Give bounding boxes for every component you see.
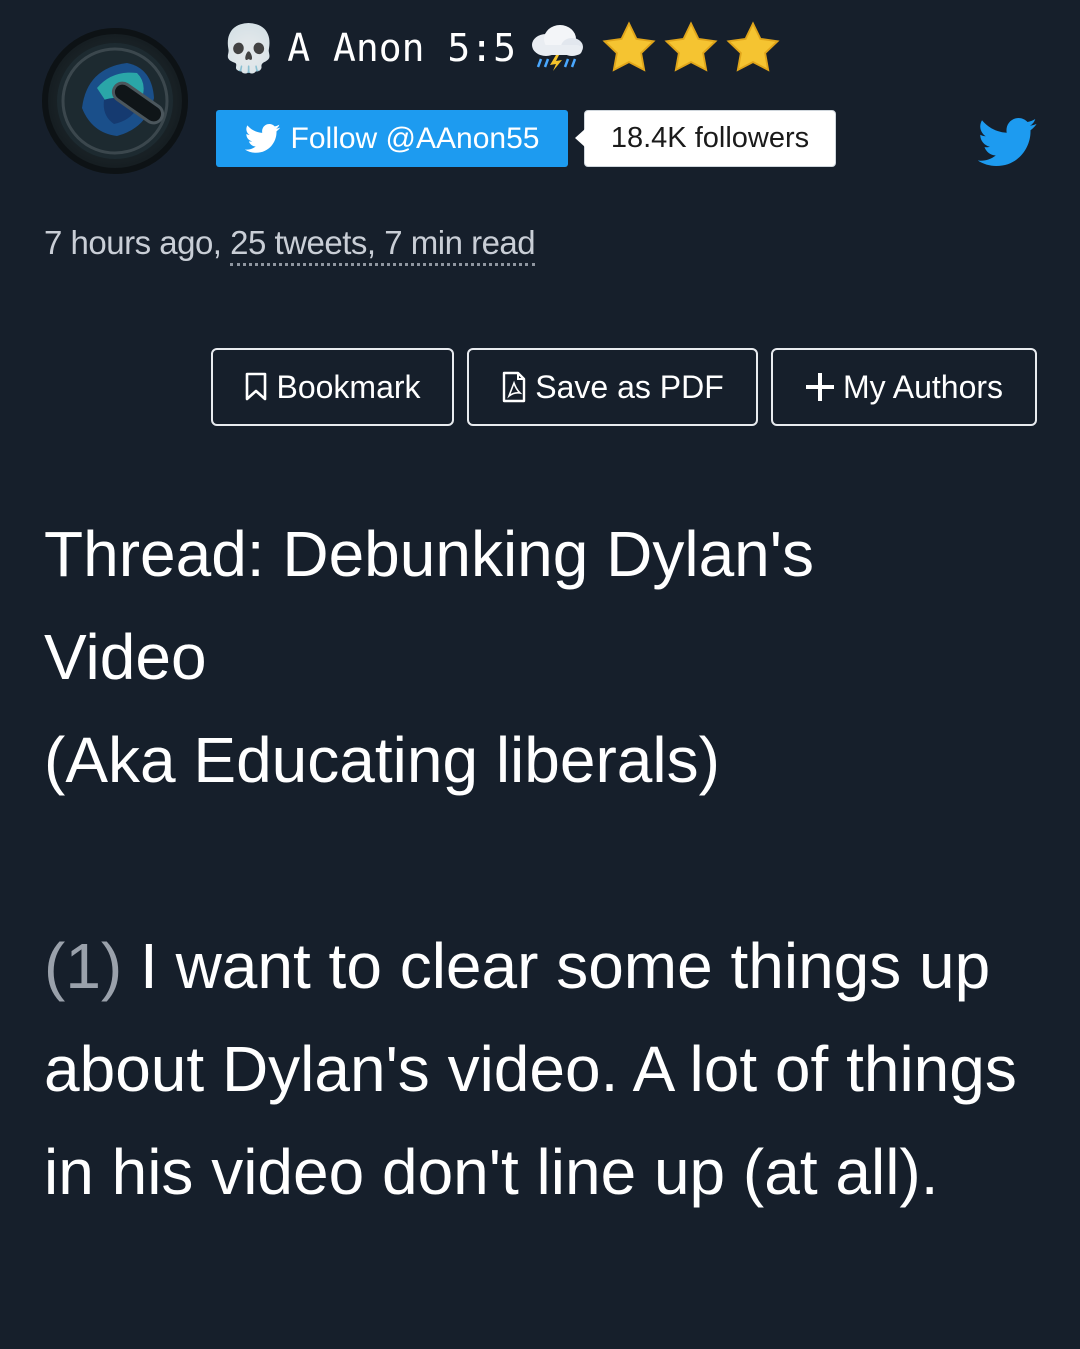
my-authors-button[interactable]: My Authors: [771, 348, 1037, 426]
bookmark-button[interactable]: Bookmark: [211, 348, 454, 426]
pdf-file-icon: [503, 371, 526, 403]
my-authors-label: My Authors: [842, 368, 1004, 405]
author-avatar[interactable]: [42, 28, 188, 174]
posted-time: 7 hours ago,: [44, 224, 231, 261]
tweet-text: I want to clear some things up about Dyl…: [44, 930, 1017, 1208]
thread-meta: 7 hours ago, 25 tweets, 7 min read: [44, 224, 536, 266]
storm-cloud-icon: [526, 21, 586, 76]
plus-icon: [805, 373, 834, 401]
thread-title-line: Video: [44, 621, 207, 693]
follow-button[interactable]: Follow @AAnon55: [216, 110, 568, 167]
bookmark-label: Bookmark: [276, 368, 421, 405]
twitter-bird-icon: [244, 123, 280, 153]
star-icon: [602, 21, 656, 72]
thread-stats[interactable]: 25 tweets, 7 min read: [230, 224, 536, 266]
thread-subtitle: (Aka Educating liberals): [44, 724, 720, 796]
followers-count: 18.4K followers: [575, 110, 836, 167]
twitter-logo-icon[interactable]: [977, 118, 1038, 173]
skull-icon: 💀: [220, 21, 278, 75]
tweet-body: (1) I want to clear some things up about…: [44, 915, 1054, 1224]
rating-stars: [600, 20, 782, 76]
thread-title-line: Thread: Debunking Dylan's: [44, 518, 814, 590]
author-name[interactable]: A Anon 5:5: [287, 26, 516, 70]
save-pdf-label: Save as PDF: [535, 368, 724, 405]
bookmark-icon: [246, 372, 267, 401]
thread-title: Thread: Debunking Dylan's Video (Aka Edu…: [44, 503, 1044, 812]
star-icon: [726, 21, 780, 72]
author-header: 💀 A Anon 5:5: [220, 18, 782, 78]
tweet-number: (1): [44, 930, 123, 1002]
save-pdf-button[interactable]: Save as PDF: [467, 348, 758, 426]
avatar-logo-icon: [57, 43, 173, 159]
follow-label: Follow @AAnon55: [290, 121, 540, 155]
star-icon: [664, 21, 718, 72]
